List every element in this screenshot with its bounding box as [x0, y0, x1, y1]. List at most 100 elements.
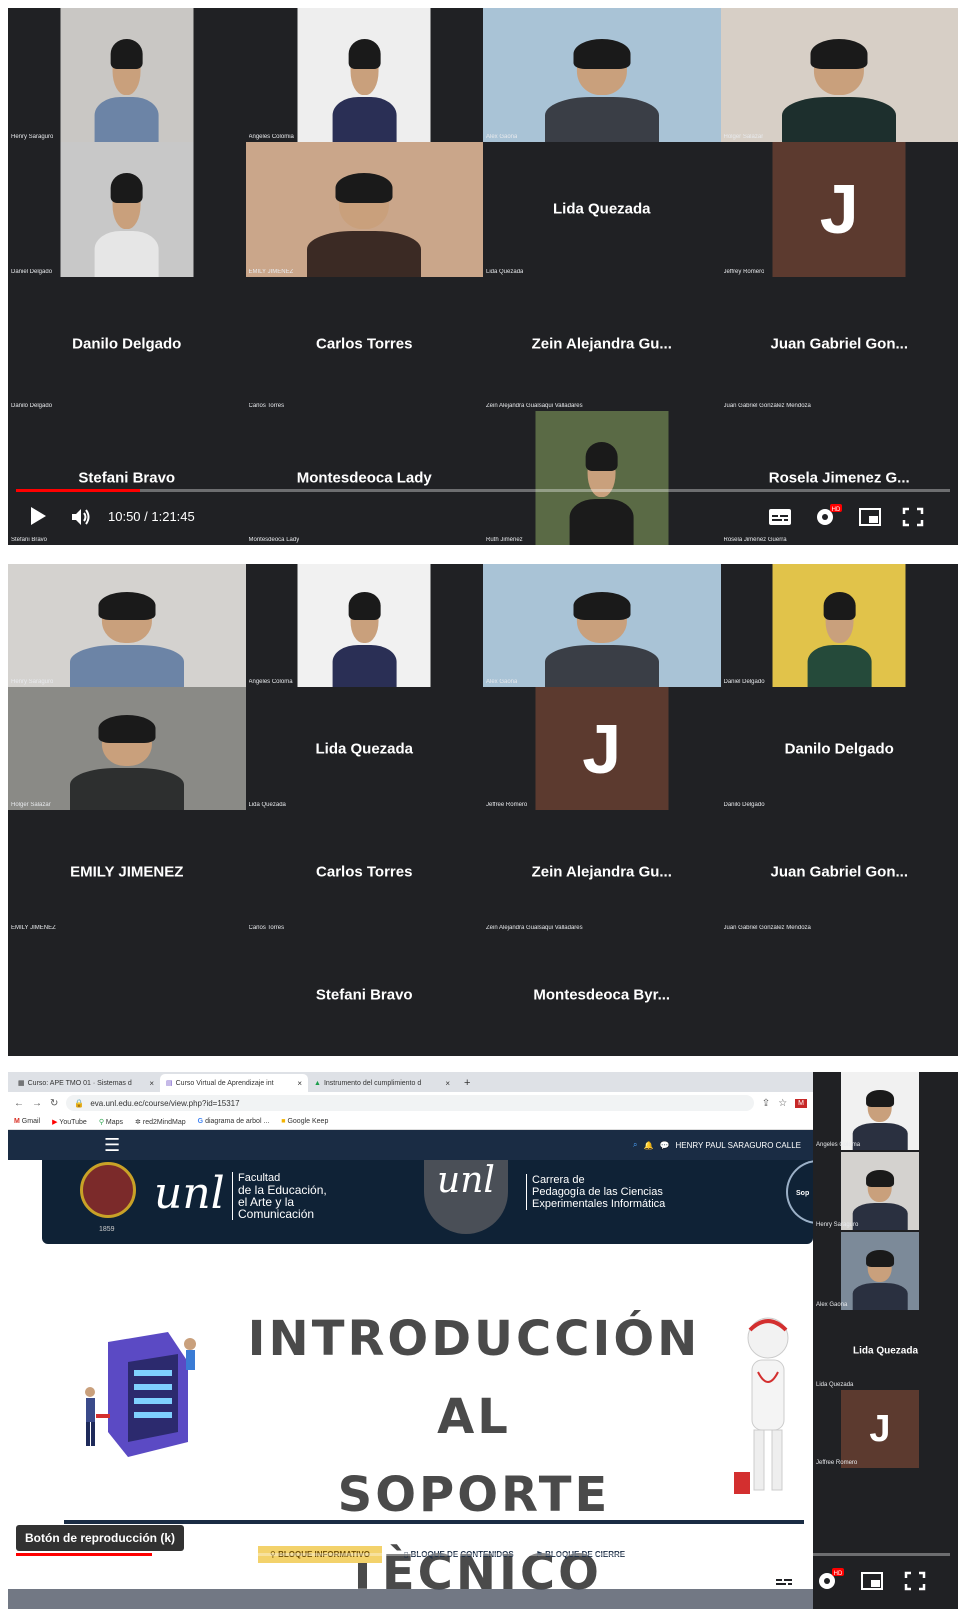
participant-tile[interactable]: Angeles Colomia — [245, 8, 483, 143]
participant-tile[interactable]: J Jeffrey Romero — [720, 142, 958, 277]
chat-icon[interactable]: 💬 — [660, 1141, 670, 1150]
forward-arrow-icon[interactable]: → — [32, 1098, 42, 1109]
participant-sidebar: Angeles Coloma Henry Saraguro Alex Gaona Li… — [813, 1072, 958, 1609]
participant-video — [841, 1232, 919, 1310]
participant-video — [483, 564, 721, 687]
star-icon[interactable]: ☆ — [778, 1098, 787, 1109]
participant-video — [8, 564, 246, 687]
bookmark-keep[interactable]: ■ Google Keep — [281, 1118, 328, 1125]
back-arrow-icon[interactable]: ← — [14, 1098, 24, 1109]
bookmark-maps[interactable]: ⚲ Maps — [99, 1118, 123, 1126]
subtitles-icon[interactable] — [768, 507, 792, 527]
participant-tile[interactable]: Stefani Bravo — [245, 933, 483, 1056]
participant-name-label: Henry Saraguro — [816, 1222, 859, 1228]
participant-tile[interactable]: Henry Saraguro — [8, 8, 246, 143]
volume-icon[interactable] — [70, 1571, 94, 1591]
maps-pin-icon: ⚲ — [98, 1118, 104, 1126]
participant-name-label: Juan Gabriel González Mendoza — [723, 925, 811, 931]
volume-slider[interactable] — [106, 1580, 150, 1583]
participant-display-name: Montesdeoca Lady — [296, 469, 432, 487]
bookmark-label: YouTube — [59, 1118, 87, 1126]
participant-tile[interactable]: Zein Alejandra Gu... Zein Alejandra Guals… — [483, 276, 721, 411]
volume-icon[interactable] — [70, 507, 94, 527]
miniplayer-icon[interactable] — [858, 507, 882, 527]
participant-tile[interactable]: Alex Gaona — [483, 8, 721, 143]
fullscreen-icon[interactable] — [904, 1571, 926, 1591]
progress-bar[interactable] — [16, 1553, 950, 1556]
participant-tile[interactable]: Lida Quezada Lida Quezada — [483, 142, 721, 277]
faculty-line: Comunicación — [238, 1207, 315, 1221]
play-icon[interactable] — [28, 505, 48, 527]
participant-tile[interactable]: Danilo Delgado Danilo Delgado — [8, 276, 246, 411]
volume-slider-handle[interactable] — [145, 1576, 156, 1587]
user-menu[interactable]: ⌕ 🔔 💬 HENRY PAUL SARAGURO CALLE — [633, 1140, 801, 1150]
bookmark-label: red2MindMap — [142, 1118, 186, 1126]
fullscreen-icon[interactable] — [902, 507, 924, 527]
participant-tile[interactable]: Lida Quezada Lida Quezada — [813, 1312, 958, 1390]
participant-display-name: Juan Gabriel Gon... — [770, 863, 909, 880]
bookmark-mindmap[interactable]: ✲ red2MindMap — [135, 1118, 186, 1126]
participant-tile[interactable]: Zein Alejandra Gu... Zein Alejandra Guals… — [483, 810, 721, 933]
participant-tile[interactable]: EMILY JIMENEZ EMILY JIMENEZ — [8, 810, 246, 933]
gmail-icon: M — [14, 1118, 20, 1125]
participant-tile[interactable]: Angeles Coloma — [813, 1072, 958, 1150]
search-icon[interactable]: ⌕ — [633, 1140, 637, 1150]
close-icon[interactable]: × — [149, 1079, 154, 1088]
participant-tile[interactable]: Angeles Coloma — [245, 564, 483, 687]
participant-tile[interactable]: Montesdeoca Byr... — [483, 933, 721, 1056]
close-icon[interactable]: × — [297, 1079, 302, 1088]
participant-tile[interactable] — [720, 933, 958, 1056]
participant-tile[interactable]: Daniel Delgado — [8, 142, 246, 277]
settings-gear-icon[interactable]: HD — [814, 504, 842, 528]
subtitles-icon[interactable] — [772, 1571, 796, 1591]
participant-tile[interactable]: Juan Gabriel Gon... Juan Gabriel González… — [720, 810, 958, 933]
career-line: Pedagogía de las Ciencias — [532, 1186, 663, 1198]
participant-display-name: Lida Quezada — [852, 1345, 918, 1357]
close-icon[interactable]: × — [445, 1079, 450, 1088]
server-technician-illustration — [85, 1332, 196, 1457]
course-banner: 1859 unl Facultad de la Educación, el Ar… — [42, 1160, 813, 1244]
slide-divider — [64, 1520, 804, 1524]
participant-tile[interactable]: Alex Gaona — [813, 1232, 958, 1310]
browser-tab-active[interactable]: ▤ Curso Virtual de Aprendizaje int × — [160, 1074, 308, 1092]
participant-tile[interactable]: Juan Gabriel Gon... Juan Gabriel González… — [720, 276, 958, 411]
new-tab-button[interactable]: + — [456, 1074, 478, 1092]
participant-display-name: Stefani Bravo — [78, 469, 176, 487]
reload-icon[interactable]: ↻ — [50, 1098, 58, 1109]
bookmark-youtube[interactable]: ▶ YouTube — [52, 1118, 87, 1126]
hamburger-menu-icon[interactable]: ☰ — [104, 1135, 120, 1156]
participant-name-label: Danilo Delgado — [11, 402, 53, 409]
participant-tile[interactable]: EMILY JIMENEZ — [245, 142, 483, 277]
participant-tile[interactable]: Holger Salazar — [720, 8, 958, 143]
participant-tile[interactable]: Henry Saraguro — [8, 564, 246, 687]
participant-tile[interactable]: Henry Saraguro — [813, 1152, 958, 1230]
extension-icon[interactable]: M — [795, 1098, 807, 1108]
share-icon[interactable]: ⇪ — [762, 1098, 770, 1109]
participant-tile[interactable]: Daniel Delgado — [720, 564, 958, 687]
tab-label: Curso Virtual de Aprendizaje int — [175, 1079, 274, 1087]
participant-tile[interactable]: Holger Salazar — [8, 687, 246, 810]
participant-tile[interactable]: Alex Gaona — [483, 564, 721, 687]
participant-tile[interactable]: Danilo Delgado Danilo Delgado — [720, 687, 958, 810]
participant-display-name: Danilo Delgado — [784, 740, 894, 757]
miniplayer-icon[interactable] — [860, 1571, 884, 1591]
participant-video — [60, 142, 194, 277]
participant-tile[interactable] — [8, 933, 246, 1056]
participant-tile[interactable]: J Jeffree Romero — [483, 687, 721, 810]
bookmark-gmail[interactable]: M Gmail — [14, 1118, 40, 1125]
participant-name-label: Henry Saraguro — [11, 679, 54, 685]
lms-navbar: ☰ ⌕ 🔔 💬 HENRY PAUL SARAGURO CALLE — [8, 1130, 813, 1160]
bookmark-google[interactable]: G diagrama de arbol ... — [198, 1118, 270, 1125]
play-icon[interactable] — [28, 1569, 48, 1591]
url-input[interactable]: 🔒 eva.unl.edu.ec/course/view.php?id=15317 — [66, 1095, 754, 1111]
participant-tile[interactable]: Carlos Torres Carlos Torres — [245, 810, 483, 933]
bell-icon[interactable]: 🔔 — [644, 1141, 654, 1150]
participant-tile[interactable]: Lida Quezada Lida Quezada — [245, 687, 483, 810]
participant-tile[interactable]: J Jeffree Romero — [813, 1390, 958, 1468]
video-player-controls: 10:50 / 1:21:45 HD — [8, 489, 958, 545]
progress-bar[interactable] — [16, 489, 950, 492]
participant-tile[interactable]: Carlos Torres Carlos Torres — [245, 276, 483, 411]
browser-tab[interactable]: ▲ Instrumento del cumplimiento d × — [308, 1074, 456, 1092]
browser-tab[interactable]: ▦ Curso: APE TMO 01 · Sistemas d × — [12, 1074, 160, 1092]
settings-gear-icon[interactable]: HD — [816, 1568, 844, 1592]
